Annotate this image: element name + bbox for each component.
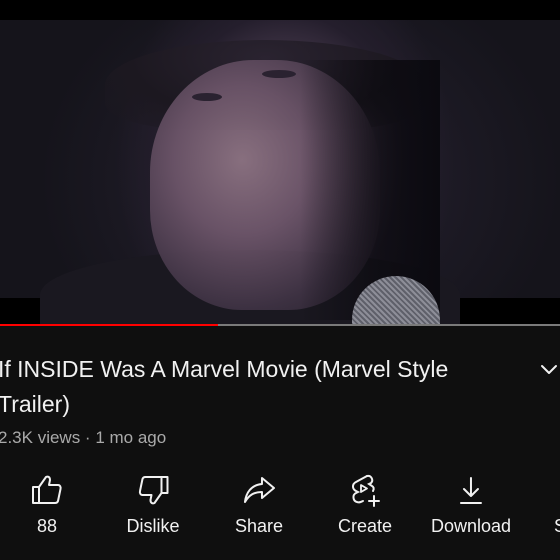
download-icon <box>460 477 482 504</box>
share-icon <box>243 477 275 503</box>
like-count: 88 <box>36 516 58 536</box>
share-label: Share <box>234 516 284 536</box>
more-actions-partial[interactable]: S <box>542 472 560 537</box>
thumbs-up-icon <box>32 475 62 504</box>
video-player[interactable] <box>0 0 560 326</box>
download-label: Download <box>430 516 512 536</box>
dislike-label: Dislike <box>126 516 180 536</box>
dislike-button[interactable]: Dislike <box>126 472 180 537</box>
chevron-down-icon[interactable] <box>538 358 560 380</box>
video-subject-eye-right <box>262 70 296 78</box>
meta-separator: · <box>80 428 96 447</box>
create-label: Create <box>337 516 393 536</box>
progress-bar[interactable] <box>0 324 560 326</box>
video-subject-eye-left <box>192 93 222 101</box>
thumbs-down-icon <box>138 476 168 505</box>
video-title[interactable]: If INSIDE Was A Marvel Movie (Marvel Sty… <box>0 352 518 422</box>
action-row: 88 Dislike Share Create Download S <box>0 472 560 560</box>
video-frame[interactable] <box>0 20 560 326</box>
like-button[interactable]: 88 <box>29 472 65 537</box>
download-button[interactable]: Download <box>431 472 511 537</box>
create-button[interactable]: Create <box>338 472 392 537</box>
video-meta[interactable]: 2.3K views · 1 mo ago <box>0 428 166 448</box>
upload-age: 1 mo ago <box>95 428 167 447</box>
partial-action-icon <box>542 472 560 508</box>
create-shorts-icon <box>352 474 380 507</box>
share-button[interactable]: Share <box>235 472 283 537</box>
progress-bar-fill <box>0 324 219 326</box>
view-count: 2.3K views <box>0 428 81 447</box>
video-shadow <box>300 60 440 320</box>
partial-action-label: S <box>553 516 560 536</box>
